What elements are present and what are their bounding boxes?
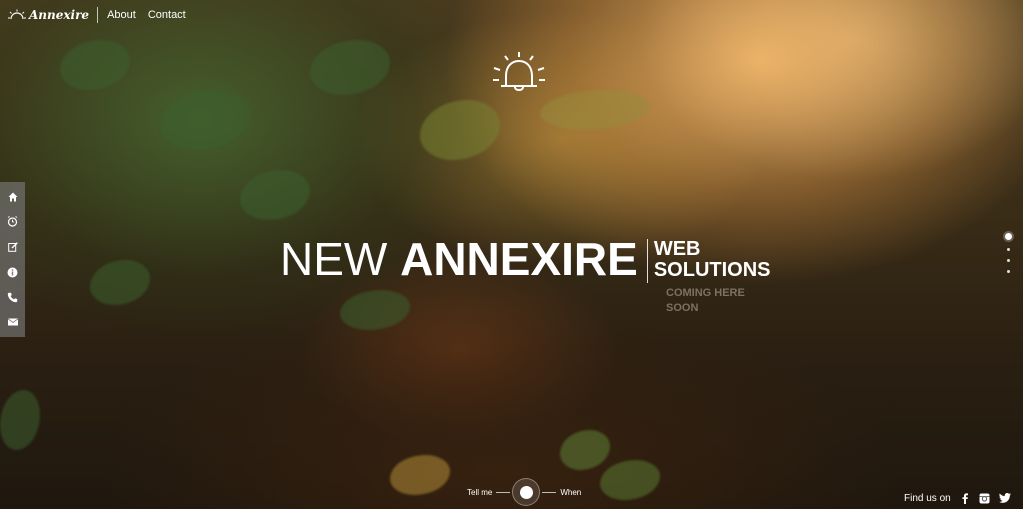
- sidebar-item-info[interactable]: [0, 261, 25, 283]
- toggle-line: [496, 491, 511, 493]
- toggle-line: [542, 491, 557, 493]
- foliage-decoration: [340, 290, 410, 330]
- phone-icon: [7, 292, 18, 302]
- nav-about-link[interactable]: About: [107, 9, 136, 21]
- foliage-decoration: [60, 40, 130, 90]
- mail-icon: [7, 318, 18, 326]
- hero-subtitle: WEB SOLUTIONS: [654, 233, 771, 281]
- section-pager: [1001, 233, 1015, 273]
- sidebar-item-countdown[interactable]: [0, 211, 25, 233]
- foliage-decoration: [390, 455, 450, 495]
- foliage-decoration: [560, 430, 610, 470]
- toggle-knob: [519, 485, 533, 499]
- bell-icon: [493, 52, 545, 91]
- home-icon: [8, 192, 17, 202]
- sidebar-item-home[interactable]: [0, 186, 25, 208]
- top-bar: Annexire About Contact: [0, 0, 189, 30]
- coming-soon-line1: COMING HERE: [666, 287, 745, 299]
- landing-page: Annexire About Contact NEW ANNEXIRE WEB …: [0, 0, 1023, 509]
- twitter-icon: [998, 493, 1011, 503]
- info-icon: [7, 267, 18, 278]
- foliage-decoration: [540, 90, 650, 130]
- sidebar-item-phone[interactable]: [0, 286, 25, 308]
- foliage-decoration: [600, 460, 660, 500]
- foliage-decoration: [240, 170, 310, 220]
- hero-headline: NEW ANNEXIRE WEB SOLUTIONS: [280, 233, 771, 285]
- alarm-clock-icon: [7, 216, 18, 227]
- coming-soon-text: COMING HERE SOON: [666, 286, 756, 316]
- foliage-decoration: [90, 260, 150, 305]
- notify-toggle-button[interactable]: [512, 478, 541, 506]
- hero-title: NEW ANNEXIRE: [280, 233, 638, 285]
- side-nav: [0, 182, 25, 337]
- coming-soon-line2: SOON: [666, 302, 699, 314]
- instagram-link[interactable]: [979, 492, 991, 504]
- social-links: Find us on: [904, 492, 1011, 504]
- twitter-link[interactable]: [998, 492, 1011, 504]
- foliage-decoration: [420, 100, 500, 160]
- pager-dot[interactable]: [1006, 259, 1010, 262]
- edit-icon: [7, 242, 18, 252]
- hero-title-light: NEW: [280, 233, 388, 285]
- hero-subtitle-line1: WEB: [653, 238, 701, 260]
- facebook-link[interactable]: [959, 492, 971, 504]
- facebook-icon: [962, 492, 968, 504]
- pager-dot[interactable]: [1006, 248, 1010, 251]
- find-us-label: Find us on: [904, 492, 951, 504]
- brand-logo[interactable]: Annexire: [8, 7, 99, 23]
- notify-right-label: When: [560, 487, 582, 497]
- sidebar-item-edit[interactable]: [0, 236, 25, 258]
- notify-toggle: Tell me When: [467, 478, 581, 506]
- hero-subtitle-line2: SOLUTIONS: [653, 259, 771, 281]
- instagram-icon: [979, 493, 990, 503]
- pager-dot[interactable]: [1004, 233, 1012, 240]
- hero-title-bold: ANNEXIRE: [400, 233, 638, 285]
- foliage-decoration: [160, 90, 250, 150]
- nav-contact-link[interactable]: Contact: [148, 9, 186, 21]
- headline-divider: [646, 239, 648, 283]
- sidebar-item-mail[interactable]: [0, 311, 25, 333]
- brand-name: Annexire: [29, 8, 90, 22]
- pager-dot[interactable]: [1006, 270, 1010, 273]
- foliage-decoration: [0, 390, 40, 450]
- notify-left-label: Tell me: [467, 487, 493, 497]
- foliage-decoration: [310, 40, 390, 95]
- sun-logo-icon: [8, 9, 26, 20]
